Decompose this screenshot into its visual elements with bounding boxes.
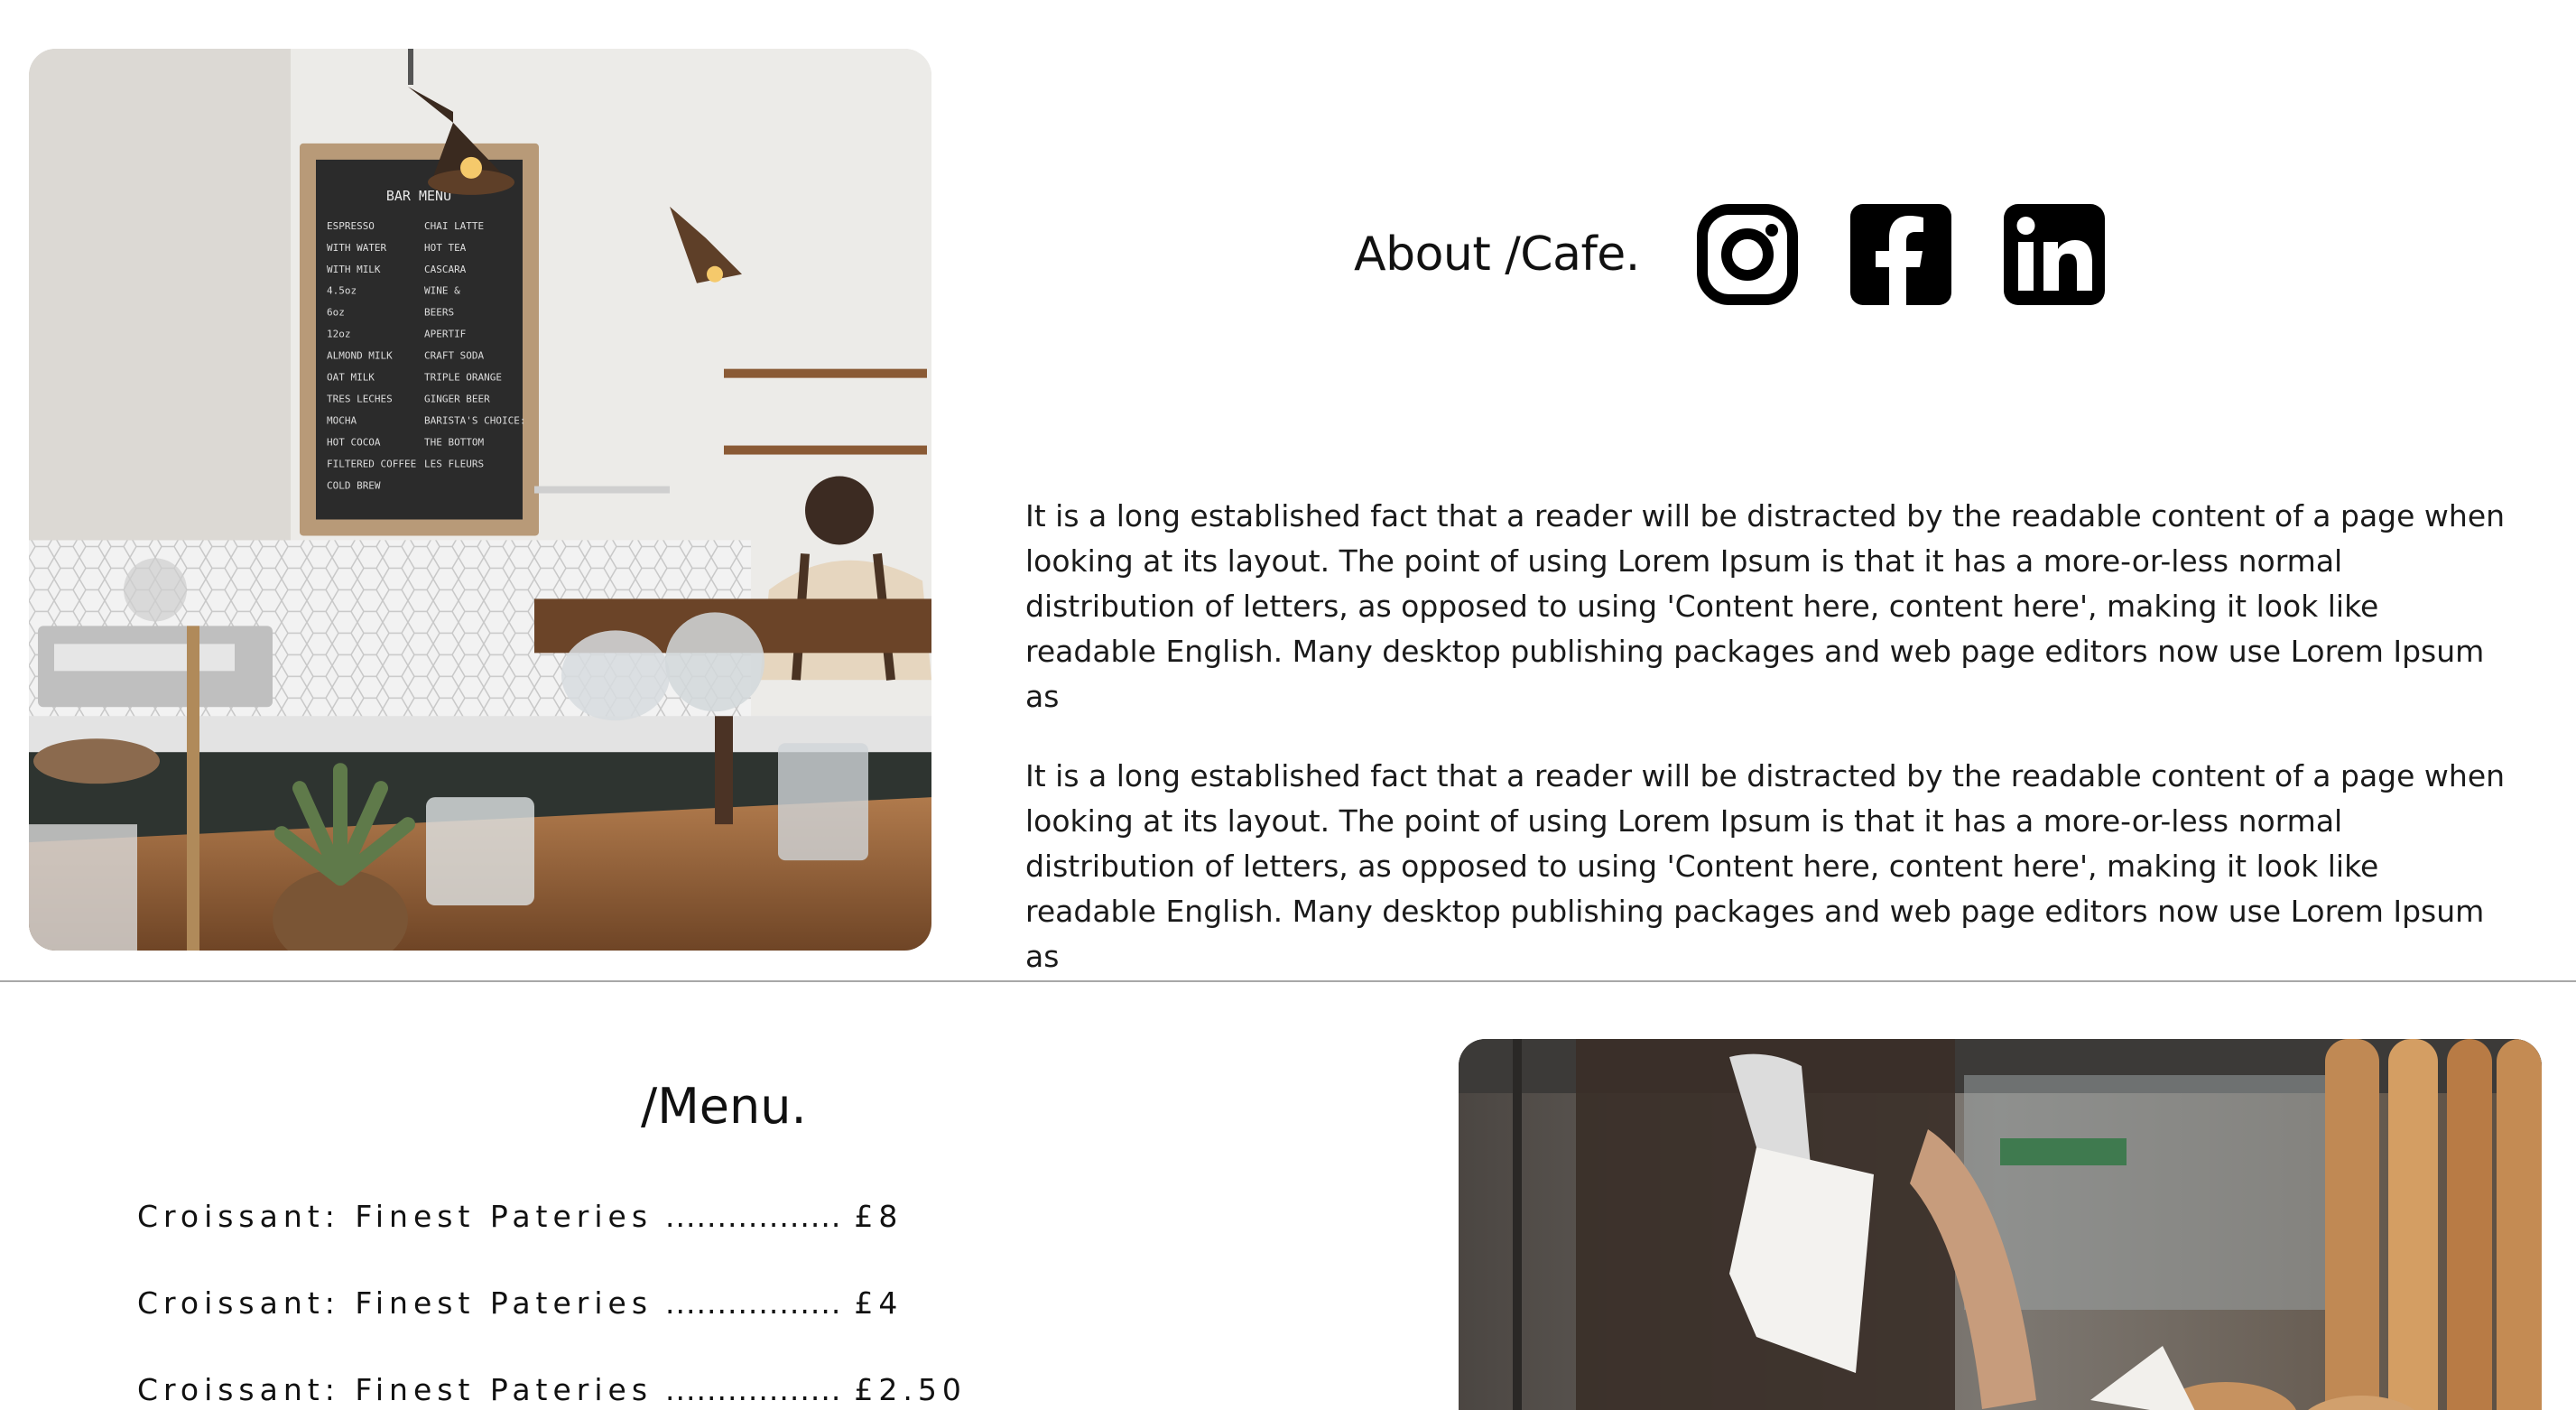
board-line: GINGER BEER: [424, 394, 490, 405]
linkedin-link[interactable]: [2004, 204, 2105, 305]
menu-item: Croissant: Finest Pateries..............…: [137, 1195, 967, 1282]
board-line: THE BOTTOM: [424, 437, 485, 449]
about-title: About /Cafe.: [1354, 227, 1640, 282]
page: BAR MENU ESPRESSO WITH WATER WITH MILK 4.5o…: [0, 0, 2576, 1410]
cafe-interior-image: BAR MENU ESPRESSO WITH WATER WITH MILK 4.5o…: [29, 49, 931, 951]
facebook-link[interactable]: [1850, 204, 1951, 305]
bakery-counter-image: [1459, 1039, 2542, 1410]
menu-item-leader: .................: [665, 1199, 842, 1234]
bakery-counter-illustration: [1459, 1039, 2542, 1410]
board-line: TRES LECHES: [327, 394, 393, 405]
board-line: 6oz: [327, 307, 345, 319]
menu-item-price: £4: [854, 1285, 903, 1321]
menu-item-price: £8: [854, 1199, 903, 1234]
board-line: BEERS: [424, 307, 454, 319]
board-line: COLD BREW: [327, 480, 381, 492]
board-line: HOT COCOA: [327, 437, 381, 449]
board-line: WITH WATER: [327, 242, 387, 254]
board-line: TRIPLE ORANGE: [424, 372, 502, 384]
board-line: ALMOND MILK: [327, 350, 393, 362]
board-line: ESPRESSO: [327, 220, 375, 232]
board-line: WITH MILK: [327, 264, 381, 275]
menu-item-name: Croissant: Finest Pateries: [137, 1285, 653, 1321]
instagram-link[interactable]: [1697, 204, 1798, 305]
board-line: CRAFT SODA: [424, 350, 485, 362]
menu-item-name: Croissant: Finest Pateries: [137, 1372, 653, 1407]
facebook-icon: [1850, 204, 1951, 305]
board-line: CASCARA: [424, 264, 467, 275]
board-line: MOCHA: [327, 415, 357, 427]
board-line: FILTERED COFFEE: [327, 459, 416, 470]
board-line: HOT TEA: [424, 242, 467, 254]
board-line: LES FLEURS: [424, 459, 484, 470]
menu-list: Croissant: Finest Pateries..............…: [137, 1195, 967, 1410]
cafe-interior-illustration: BAR MENU ESPRESSOWITH WATERWITH MILK4.5o…: [29, 49, 931, 951]
menu-item-leader: .................: [665, 1285, 842, 1321]
section-divider: [0, 980, 2576, 982]
board-line: APERTIF: [424, 329, 466, 340]
about-paragraph-1: It is a long established fact that a rea…: [1025, 498, 2506, 714]
menu-item-leader: .................: [665, 1372, 842, 1407]
board-line: CHAI LATTE: [424, 220, 484, 232]
menu-item-name: Croissant: Finest Pateries: [137, 1199, 653, 1234]
linkedin-icon: [2004, 204, 2105, 305]
instagram-icon: [1697, 204, 1798, 305]
board-line: 4.5oz: [327, 285, 357, 297]
board-line: WINE &: [424, 285, 460, 297]
board-line: BARISTA'S CHOICE:: [424, 415, 525, 427]
menu-item-price: £2.50: [854, 1372, 967, 1407]
board-line: OAT MILK: [327, 372, 375, 384]
menu-title: /Menu.: [641, 1078, 807, 1135]
menu-item: Croissant: Finest Pateries..............…: [137, 1368, 967, 1410]
about-paragraph-2: It is a long established fact that a rea…: [1025, 758, 2506, 974]
board-line: 12oz: [327, 329, 350, 340]
menu-item: Croissant: Finest Pateries..............…: [137, 1282, 967, 1368]
